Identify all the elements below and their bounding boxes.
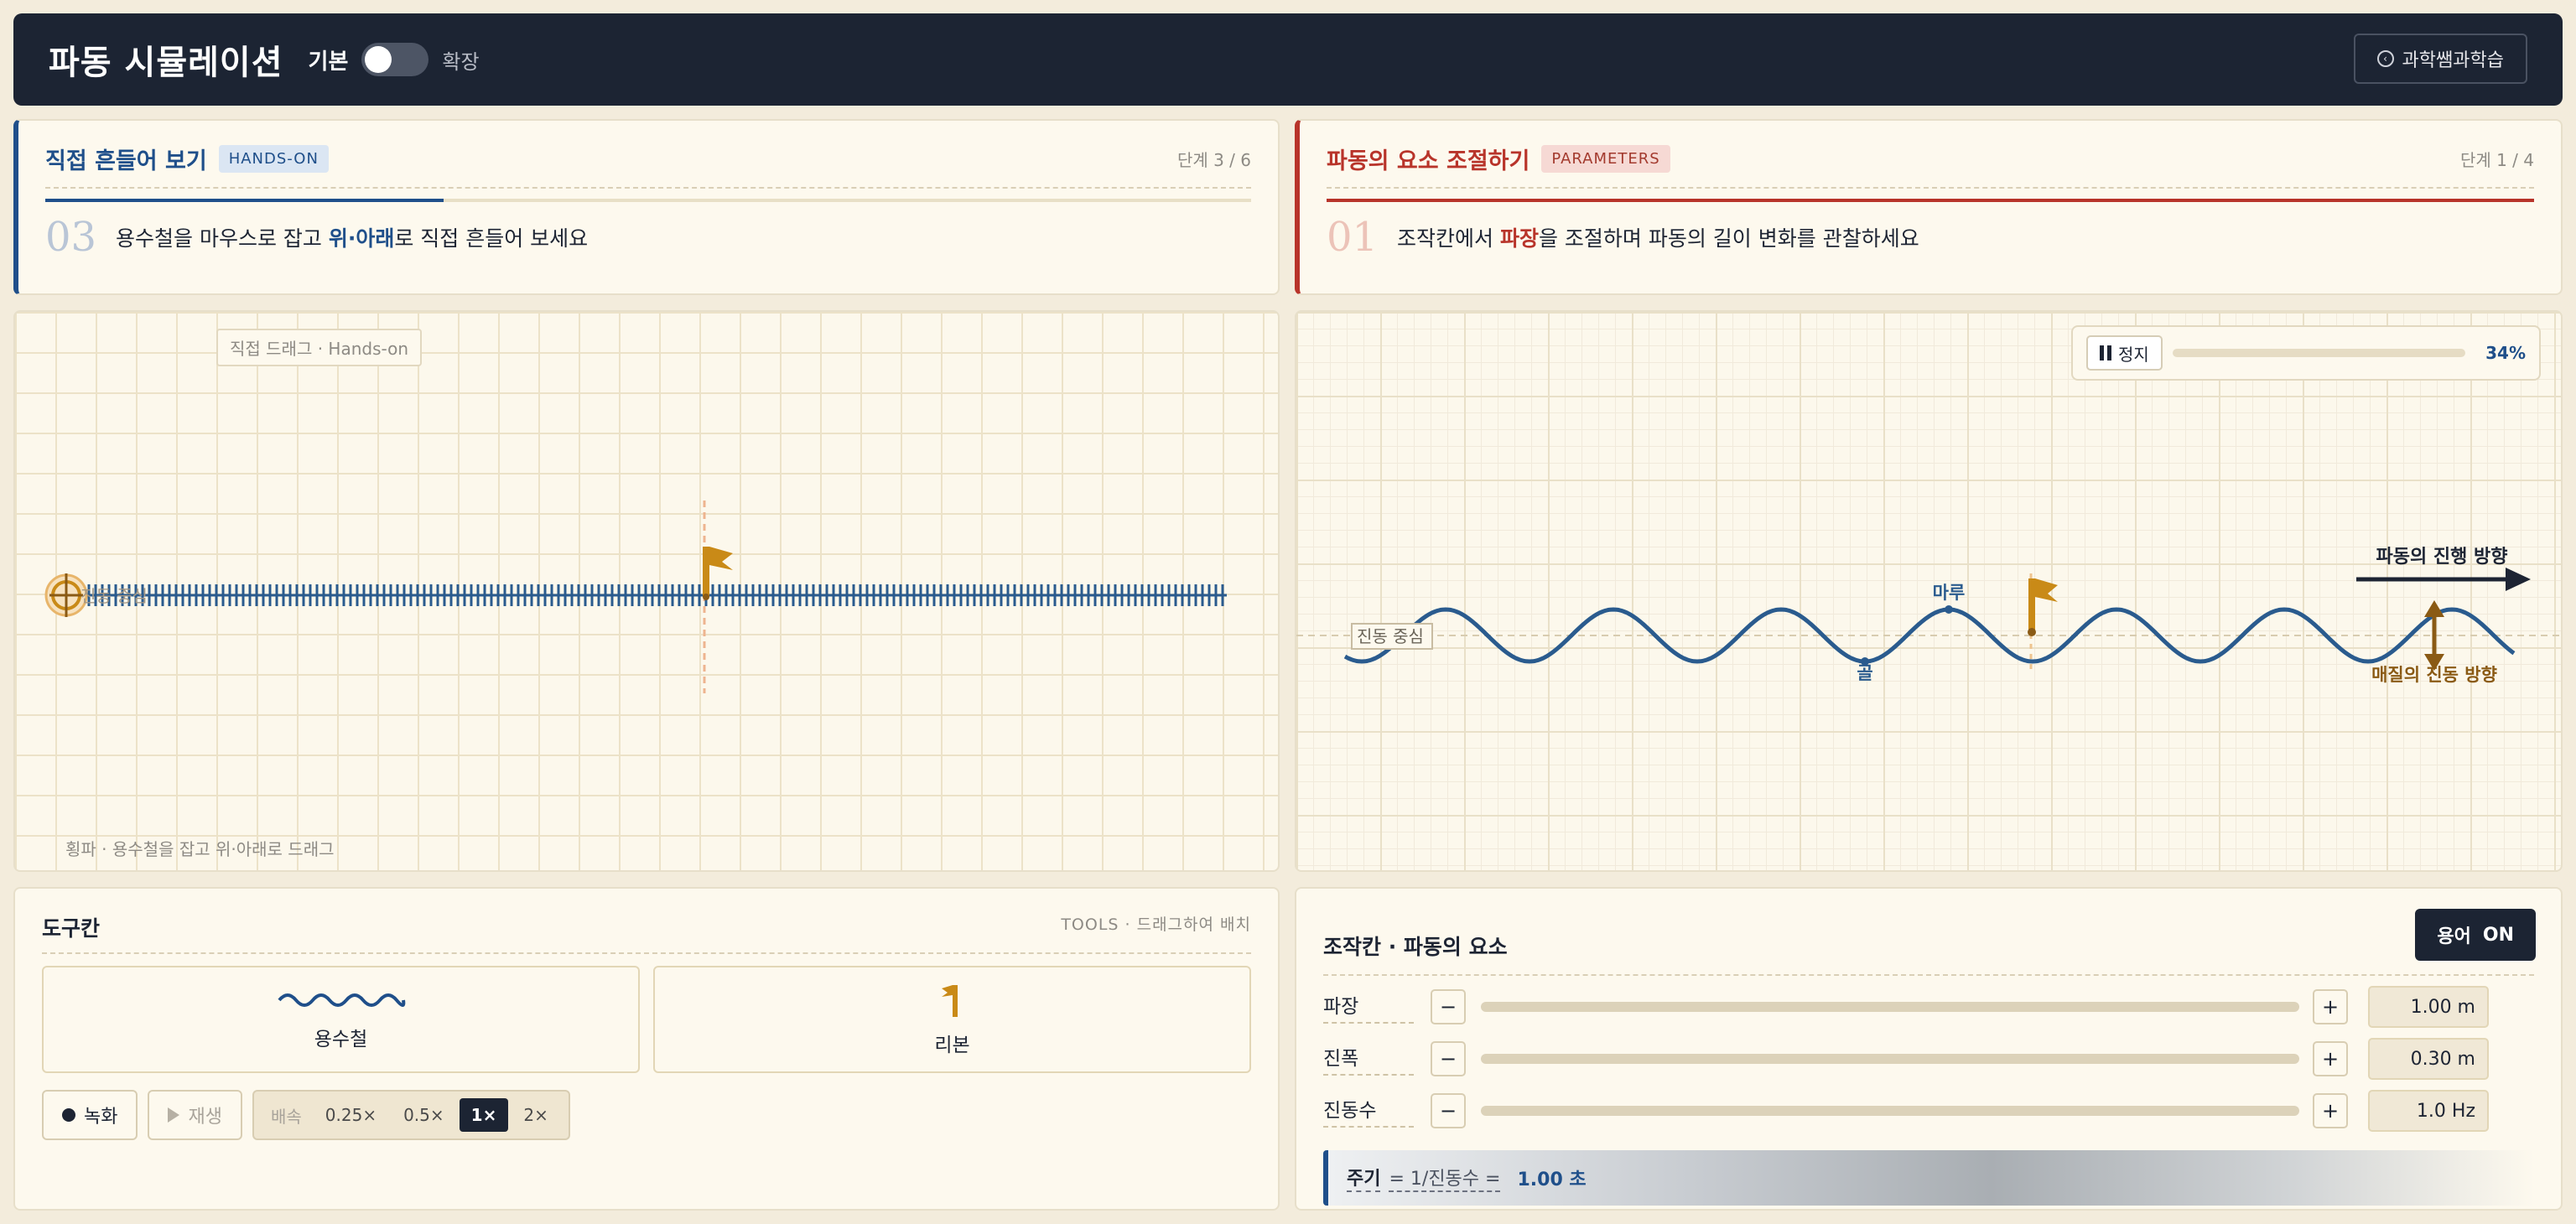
frequency-slider[interactable] <box>1481 1106 2299 1116</box>
play-button[interactable]: 재생 <box>148 1090 242 1140</box>
right-step-progress <box>1327 199 2534 202</box>
terms-label: 용어 <box>2437 926 2471 947</box>
canvas-footer: 횡파 · 용수철을 잡고 위·아래로 드래그 <box>65 839 335 859</box>
spring-coils[interactable] <box>80 584 1227 606</box>
left-step-badge: HANDS-ON <box>218 145 329 173</box>
param-row-wavelength: 파장 − + 1.00 m <box>1323 986 2534 1028</box>
right-step-progress-fill <box>1327 199 2534 202</box>
amplitude-decrease-button[interactable]: − <box>1431 1041 1466 1076</box>
terms-toggle-button[interactable]: 용어 ON <box>2415 909 2536 961</box>
wavelength-decrease-button[interactable]: − <box>1431 989 1466 1024</box>
frequency-decrease-button[interactable]: − <box>1431 1093 1466 1128</box>
param-row-amplitude: 진폭 − + 0.30 m <box>1323 1038 2534 1080</box>
tool-ribbon[interactable]: 리본 <box>653 966 1251 1073</box>
amplitude-slider[interactable] <box>1481 1054 2299 1064</box>
record-label: 녹화 <box>84 1107 118 1128</box>
arrow-right-icon <box>2356 568 2531 591</box>
period-formula: = 1/진동수 = <box>1389 1164 1501 1192</box>
left-step-highlight: 위·아래 <box>328 226 395 251</box>
right-step-number: 01 <box>1327 214 1379 261</box>
wavelength-slider[interactable] <box>1481 1002 2299 1012</box>
param-label-frequency: 진동수 <box>1323 1094 1414 1128</box>
record-button[interactable]: 녹화 <box>42 1090 138 1140</box>
right-step-card: 파동의 요소 조절하기 PARAMETERS 단계 1 / 4 01 조작칸에서… <box>1295 119 2563 295</box>
back-button[interactable]: ‹ 과학쌤과학습 <box>2353 34 2527 84</box>
left-step-progress-fill <box>45 199 444 202</box>
amplitude-increase-button[interactable]: + <box>2313 1041 2348 1076</box>
controls-title: 조작칸 · 파동의 요소 <box>1323 935 1508 959</box>
spring-wave-icon <box>277 993 405 1007</box>
mode-toggle[interactable] <box>361 43 429 76</box>
spring-svg: 진동 중심 <box>44 500 1227 693</box>
param-label-wavelength: 파장 <box>1323 990 1414 1024</box>
right-step-highlight: 파장 <box>1499 226 1539 251</box>
crest-label: 마루 <box>1933 583 1966 603</box>
wavelength-increase-button[interactable]: + <box>2313 989 2348 1024</box>
tools-subtitle: TOOLS · 드래그하여 배치 <box>1061 915 1251 934</box>
speed-option-05[interactable]: 0.5× <box>392 1098 456 1132</box>
speed-option-2[interactable]: 2× <box>512 1098 559 1132</box>
medium-direction-label: 매질의 진동 방향 <box>2371 665 2497 685</box>
right-step-title: 파동의 요소 조절하기 <box>1327 148 1530 174</box>
right-step-instruction: 조작칸에서 파장을 조절하며 파동의 길이 변화를 관찰하세요 <box>1397 226 1919 251</box>
wave-center-label: 진동 중심 <box>1357 626 1424 646</box>
frequency-increase-button[interactable]: + <box>2313 1093 2348 1128</box>
direction-label: 파동의 진행 방향 <box>2376 547 2508 568</box>
period-value: 1.00 초 <box>1517 1170 1587 1190</box>
spring-center-label: 진동 중심 <box>80 586 148 606</box>
param-row-frequency: 진동수 − + 1.0 Hz <box>1323 1090 2534 1132</box>
speed-label: 배속 <box>270 1106 302 1127</box>
record-icon <box>62 1108 75 1122</box>
app-title: 파동 시뮬레이션 <box>49 44 283 82</box>
left-step-number: 03 <box>45 214 97 261</box>
controls-panel: 조작칸 · 파동의 요소 용어 ON 파장 − + 1.00 m 진폭 − + … <box>1295 887 2563 1211</box>
period-readout: 주기 = 1/진동수 = 1.00 초 <box>1323 1150 2534 1206</box>
back-button-label: 과학쌤과학습 <box>2402 50 2504 71</box>
spring-canvas[interactable]: 직접 드래그 · Hands-on 진동 중심 횡파 · 용수철을 잡고 위·아… <box>13 310 1280 872</box>
trough-label: 골 <box>1857 663 1872 683</box>
tool-spring[interactable]: 용수철 <box>42 966 640 1073</box>
tool-spring-label: 용수철 <box>314 1029 368 1050</box>
period-key: 주기 <box>1347 1164 1381 1192</box>
mode-basic-label: 기본 <box>308 49 349 75</box>
app-header: 파동 시뮬레이션 기본 확장 ‹ 과학쌤과학습 <box>13 13 2563 106</box>
left-step-counter: 단계 3 / 6 <box>1176 150 1251 170</box>
speed-selector: 배속 0.25× 0.5× 1× 2× <box>252 1090 570 1140</box>
wave-svg: 진동 중심 마루 골 파동의 진행 방향 매질의 진동 방향 <box>1296 547 2561 685</box>
speed-option-1[interactable]: 1× <box>459 1098 509 1132</box>
left-step-progress <box>45 199 1251 202</box>
right-step-counter: 단계 1 / 4 <box>2459 150 2534 170</box>
tools-panel: 도구칸 TOOLS · 드래그하여 배치 용수철 리본 녹화 재생 배속 0.2… <box>13 887 1280 1211</box>
ribbon-flag-icon <box>2028 578 2058 636</box>
wave-canvas: 정지 34% 진동 중심 마루 골 파동의 진행 방향 매질의 진동 방향 <box>1295 310 2563 872</box>
left-step-title: 직접 흔들어 보기 <box>45 148 207 174</box>
play-label: 재생 <box>188 1107 222 1128</box>
amplitude-value: 0.30 m <box>2368 1038 2489 1080</box>
right-step-badge: PARAMETERS <box>1541 145 1670 173</box>
frequency-value: 1.0 Hz <box>2368 1090 2489 1132</box>
left-step-instruction: 용수철을 마우스로 잡고 위·아래로 직접 흔들어 보세요 <box>116 226 589 251</box>
circle-arrow-left-icon: ‹ <box>2376 50 2394 67</box>
tool-ribbon-label: 리본 <box>934 1035 970 1056</box>
ribbon-flag-icon[interactable] <box>703 547 733 600</box>
mode-extended-label: 확장 <box>442 49 480 74</box>
play-icon <box>168 1107 180 1123</box>
wavelength-value: 1.00 m <box>2368 986 2489 1028</box>
terms-state: ON <box>2482 924 2514 946</box>
left-step-card: 직접 흔들어 보기 HANDS-ON 단계 3 / 6 03 용수철을 마우스로… <box>13 119 1280 295</box>
param-label-amplitude: 진폭 <box>1323 1042 1414 1076</box>
ribbon-flag-icon <box>941 985 958 1017</box>
toggle-knob <box>365 46 392 73</box>
speed-option-025[interactable]: 0.25× <box>314 1098 388 1132</box>
